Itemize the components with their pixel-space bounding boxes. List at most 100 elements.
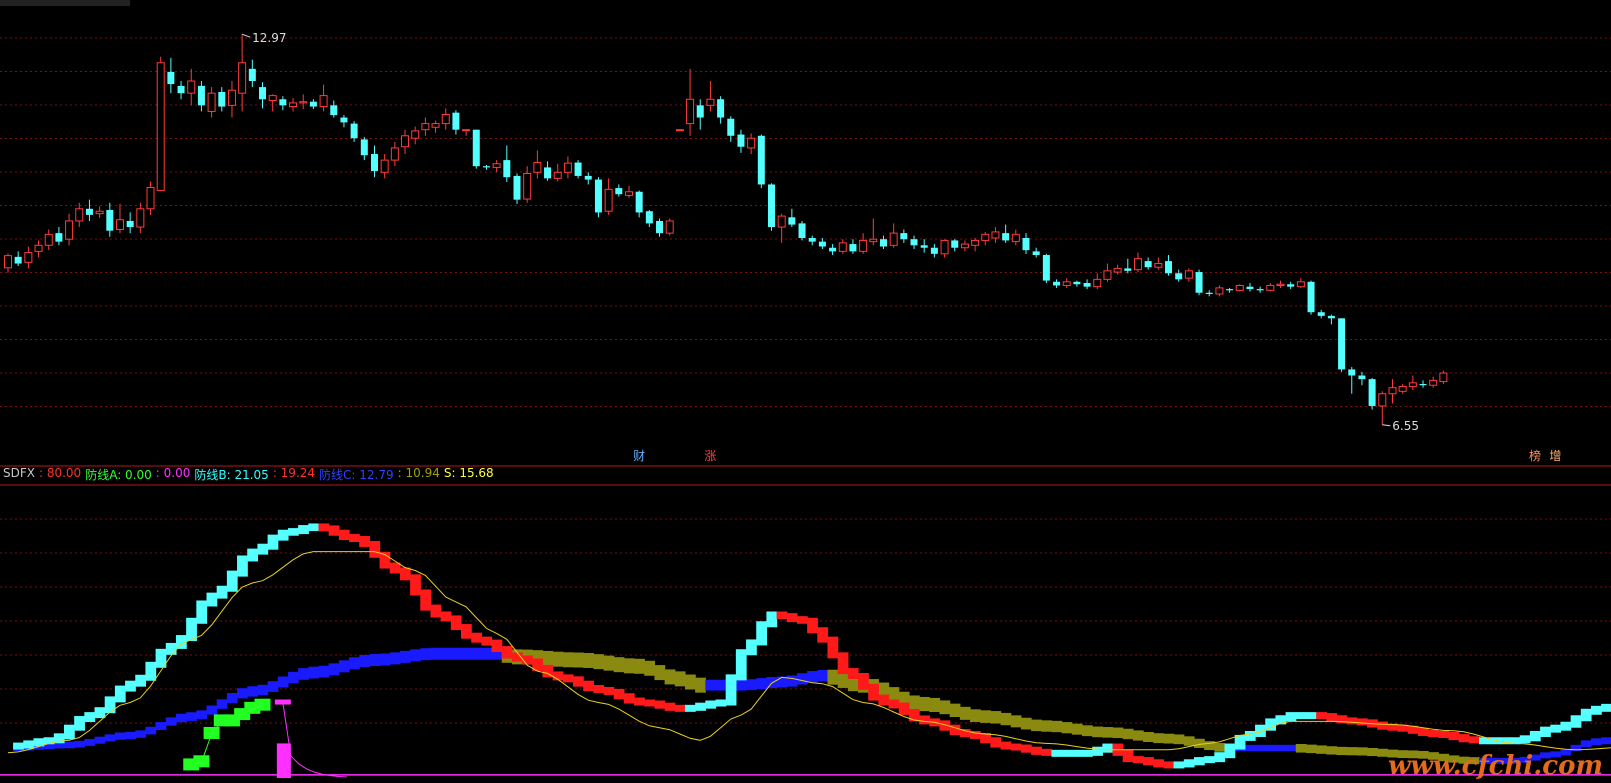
candle (951, 239, 959, 252)
candle-body (1042, 255, 1050, 281)
defense-line-c-segment (1580, 740, 1592, 748)
candle-body (1276, 283, 1285, 286)
candle (503, 145, 511, 183)
defense-line-b-segment (1102, 743, 1114, 753)
candle (319, 84, 328, 112)
low-price-tick (1382, 424, 1391, 427)
candle (1062, 278, 1071, 288)
indicator-legend: SDFX: 80.00 防线A: 0.00: 0.00 防线B: 21.05: 19… (3, 466, 498, 483)
candle (126, 212, 134, 234)
event-markers[interactable]: 财 涨 榜增 (633, 448, 1561, 463)
defense-line-b-segment (226, 570, 238, 592)
candle (615, 184, 623, 197)
defense-line-b-segment (1000, 741, 1012, 750)
candle-body (1408, 382, 1417, 387)
defense-line-b-segment (1468, 736, 1480, 744)
defense-line-b-segment (959, 729, 971, 737)
defense-line-b-segment (858, 673, 869, 690)
candle-body (1133, 258, 1142, 271)
stock-chart[interactable]: 12.97 6.55 财 涨 榜增 (0, 0, 1611, 783)
candle-body (1144, 261, 1152, 268)
defense-line-b-segment (298, 525, 309, 535)
candle (1175, 269, 1183, 282)
candle-body (1022, 237, 1030, 251)
defense-line-b-segment (430, 604, 442, 618)
candle (757, 134, 765, 189)
defense-line-c-segment (583, 652, 594, 668)
candle-body (808, 237, 816, 242)
defense-line-c-segment (359, 654, 370, 667)
defense-line-b-segment (766, 611, 778, 628)
candle (177, 81, 185, 100)
defense-line-b-segment (583, 680, 594, 691)
defense-line-c-segment (186, 712, 197, 721)
candle (1429, 376, 1438, 388)
defense-line-b-segment (715, 699, 727, 707)
defense-line-c-segment (369, 654, 381, 667)
candle (960, 240, 969, 252)
candle-body (951, 240, 959, 248)
defense-line-c-segment (63, 741, 75, 749)
candle-body (380, 159, 389, 173)
defense-line-b-segment (165, 642, 177, 655)
candle (1144, 257, 1152, 270)
defense-line-c-segment (1183, 736, 1195, 746)
defense-line-b-segment (399, 567, 411, 581)
candle (136, 202, 145, 234)
defense-line-c-segment (338, 660, 350, 673)
defense-line-b-segment (623, 693, 635, 704)
defense-line-b-segment (1417, 727, 1429, 736)
defense-line-c-segment (908, 695, 920, 710)
defense-line-b-segment (1560, 721, 1572, 731)
defense-line-b-segment (216, 585, 228, 599)
candle-body (1175, 273, 1183, 280)
defense-line-b-segment (644, 699, 656, 707)
candle-body (920, 245, 928, 248)
magenta-decay-line (282, 702, 347, 778)
defense-line-b-segment (1346, 717, 1358, 725)
defense-line-b-segment (13, 742, 24, 750)
candle-body (177, 85, 185, 94)
candle (1368, 377, 1376, 410)
defense-line-b-segment (63, 724, 75, 740)
defense-line-b-segment (450, 615, 462, 631)
candle (14, 251, 22, 266)
candle-body (829, 247, 837, 252)
defense-line-c-segment (1092, 726, 1103, 738)
defense-line-c-segment (1244, 744, 1256, 752)
candle (1398, 384, 1407, 394)
candle-body (1338, 318, 1346, 370)
defense-line-c-segment (94, 736, 106, 744)
candlestick-series[interactable] (4, 34, 1448, 425)
indicator-panel[interactable] (0, 523, 1611, 778)
candle (584, 172, 592, 185)
candle (44, 229, 53, 251)
defense-line-b-segment (684, 704, 696, 712)
candle-body (289, 102, 298, 108)
candle-body (14, 256, 22, 264)
candle (462, 129, 471, 136)
defense-line-b-segment (1092, 746, 1103, 756)
defense-line-c-segment (1102, 727, 1114, 738)
candle-body (656, 220, 664, 234)
candle-body (1348, 369, 1356, 376)
candle-body (1429, 379, 1438, 386)
candle (838, 239, 847, 254)
candle (624, 185, 633, 198)
candle-body (75, 208, 84, 222)
defense-line-b-segment (461, 624, 472, 639)
defense-line-c-segment (715, 679, 727, 691)
defense-line-c-segment (349, 657, 360, 670)
candle (1133, 252, 1142, 273)
high-price-label: 12.97 (252, 31, 286, 45)
candle (1358, 371, 1366, 386)
candle-body (798, 223, 806, 238)
defense-line-c-segment (1153, 733, 1165, 744)
defense-line-c-segment (1031, 719, 1042, 732)
defense-line-b-segment (1570, 715, 1582, 728)
candle-body (1002, 233, 1010, 241)
candle-body (95, 210, 104, 215)
candle (299, 94, 308, 110)
candle (665, 218, 674, 236)
candle-body (900, 233, 908, 240)
